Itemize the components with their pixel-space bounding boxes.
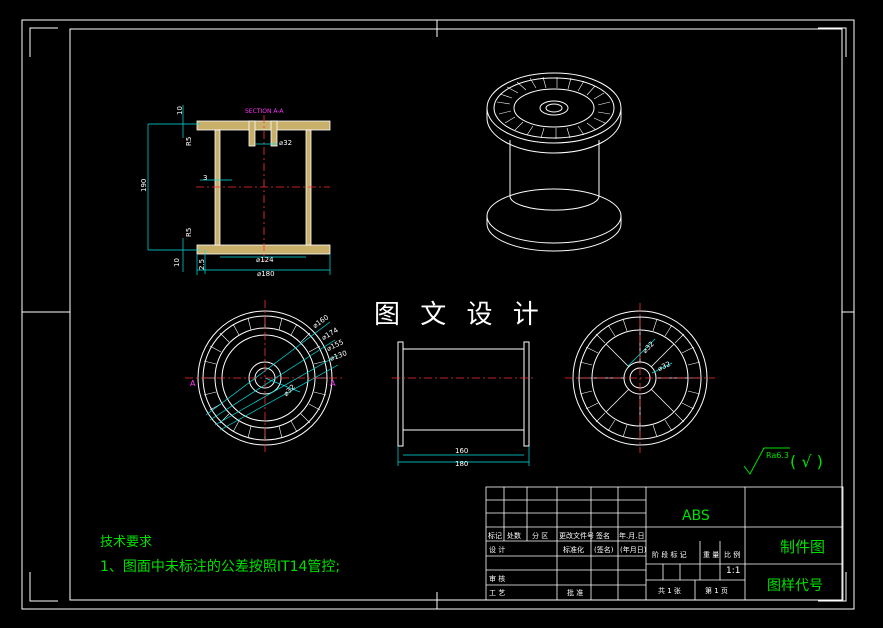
section-mark-right: A [330,379,336,388]
dim-t10-bottom: 10 [173,258,181,267]
dim-r5-top: R5 [185,137,193,146]
side-view: 160 180 [392,341,535,468]
tb-label-review: 审 核 [489,575,506,583]
dim-side-w180: 180 [455,460,468,468]
material-field: ABS [682,508,710,524]
tb-label-ratio: 比 例 [724,551,741,559]
front-view: ⌀160 ⌀174 ⌀155 ⌀130 ⌀32 A A [185,300,348,455]
tb-label-sign2: (签名) [594,546,614,554]
dim-side-w160: 160 [455,447,468,455]
roughness-suffix: ( √ ) [790,452,823,471]
dim-t10-top: 10 [176,106,184,115]
tb-label-mark: 标记 [488,532,502,540]
dim-r3: 3 [203,174,207,182]
tb-label-date2: (年月日) [620,546,647,554]
sheet-name-field: 制件图 [780,538,826,556]
dim-h190: 190 [140,179,148,192]
tb-label-date: 年.月.日 [619,532,645,540]
drawing-code-field: 图样代号 [767,578,823,594]
dim-d32-top: ⌀32 [279,139,292,147]
dim-back-d32b: ⌀32 [657,360,672,373]
dim-d124: ⌀124 [256,256,274,264]
tb-label-design: 设 计 [489,546,506,554]
tb-label-process: 工 艺 [489,589,506,597]
dim-d180: ⌀180 [257,270,275,278]
tb-label-approve: 批 准 [567,589,584,597]
tb-label-sign: 签名 [596,532,610,540]
dim-r2-5: 2.5 [198,259,206,270]
isometric-view [486,72,622,252]
tb-label-count: 处数 [507,532,521,540]
back-view: ⌀32 ⌀32 [565,303,715,453]
tb-label-zone: 分 区 [532,532,549,540]
dim-back-d32a: ⌀32 [641,340,656,355]
dim-front-d160: ⌀160 [311,313,330,330]
watermark: 图 文 设 计 [368,298,551,332]
tech-requirements-title: 技术要求 [100,535,153,550]
roughness-value: Ra6.3 [766,451,790,460]
section-mark-left: A [190,379,196,388]
tb-label-total: 共 1 张 [658,587,681,595]
tech-requirement-item: 1、图面中未标注的公差按照IT14管控; [100,559,341,575]
tb-label-standard: 标准化 [563,546,584,554]
scale-field: 1:1 [726,566,741,576]
tb-label-weight: 重 量 [703,551,720,559]
tb-label-page: 第 1 页 [705,587,728,595]
dim-r5-bottom: R5 [185,228,193,237]
tb-label-change-doc: 更改文件号 [559,532,594,540]
section-view: SECTION A-A 10 R5 190 3 R5 10 2.5 ⌀32 ⌀1… [140,105,331,278]
tb-label-stage: 阶 段 标 记 [652,551,687,559]
section-label: SECTION A-A [245,108,284,115]
